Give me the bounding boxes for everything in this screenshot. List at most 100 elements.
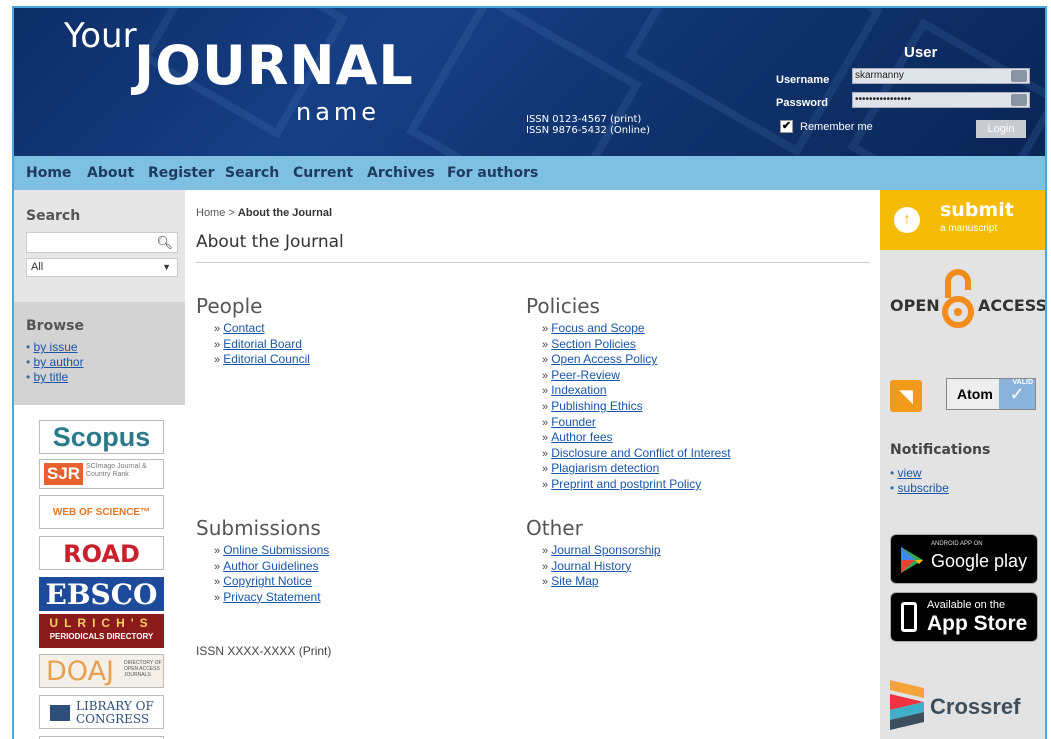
list-item: Journal Sponsorship [542, 543, 660, 559]
sjr-subtext: SCImago Journal & Country Rank [86, 463, 147, 478]
notifications-subscribe-link[interactable]: subscribe [898, 481, 949, 495]
contact-link[interactable]: Contact [223, 321, 264, 335]
keyboard-icon [1011, 70, 1027, 82]
list-item: Site Map [542, 574, 661, 590]
remember-checkbox[interactable]: ✔ [780, 120, 793, 133]
online-submissions-link[interactable]: Online Submissions [223, 543, 329, 557]
login-button[interactable]: Login [976, 120, 1026, 138]
google-play-badge[interactable]: ANDROID APP ON Google play [890, 534, 1038, 584]
submit-label: submit [940, 199, 1014, 221]
library-of-congress-logo[interactable]: LIBRARY OF CONGRESS [39, 695, 164, 729]
ebsco-logo[interactable]: EBSCO [39, 577, 164, 611]
doaj-logo[interactable]: DOAJ DIRECTORY OF OPEN ACCESS JOURNALS [39, 654, 164, 688]
ulrichs-logo[interactable]: ULRICH'S PERIODICALS DIRECTORY [39, 614, 164, 648]
issn-footer: ISSN XXXX-XXXX (Print) [196, 644, 332, 658]
list-item: by author [26, 355, 84, 370]
site-map-link[interactable]: Site Map [551, 574, 598, 588]
crossref-icon [890, 680, 924, 730]
list-item: Preprint and postprint Policy [542, 477, 731, 493]
google-play-top: ANDROID APP ON [931, 541, 983, 547]
focus-and-scope-link[interactable]: Focus and Scope [551, 321, 644, 335]
list-item: Copyright Notice [214, 574, 329, 590]
sjr-logo[interactable]: SJR SCImago Journal & Country Rank [39, 459, 164, 489]
list-item: Open Access Policy [542, 352, 731, 368]
policies-list: Focus and Scope Section Policies Open Ac… [542, 321, 731, 493]
nav-register[interactable]: Register [148, 165, 215, 181]
right-sidebar: ↑ submit a manuscript OPEN ACCESS ◥ Atom… [880, 190, 1045, 739]
list-item: Plagiarism detection [542, 461, 731, 477]
issn-print: ISSN 0123-4567 (print) [526, 114, 642, 125]
nav-search[interactable]: Search [225, 165, 279, 181]
editorial-board-link[interactable]: Editorial Board [223, 337, 302, 351]
site-header: Your JOURNAL name ISSN 0123-4567 (print)… [14, 8, 1045, 156]
open-access-logo[interactable]: OPEN ACCESS [880, 260, 1045, 346]
indexation-link[interactable]: Indexation [551, 383, 606, 397]
browse-by-author-link[interactable]: by author [34, 355, 84, 369]
list-item: Author Guidelines [214, 559, 329, 575]
rss-icon[interactable]: ◥ [890, 380, 922, 412]
section-policies-link[interactable]: Section Policies [551, 337, 636, 351]
chevron-down-icon: ▼ [162, 262, 171, 272]
plagiarism-detection-link[interactable]: Plagiarism detection [551, 461, 659, 475]
search-scope-value: All [31, 261, 44, 273]
scopus-logo[interactable]: Scopus [39, 420, 164, 454]
sjr-text: SJR [44, 463, 84, 485]
breadcrumb-home-link[interactable]: Home [196, 207, 225, 219]
browse-by-title-link[interactable]: by title [34, 370, 69, 384]
nav-about[interactable]: About [87, 165, 134, 181]
nav-archives[interactable]: Archives [367, 165, 435, 181]
breadcrumb-current: About the Journal [237, 207, 333, 219]
atom-feed-badge[interactable]: Atom ✓ VALID [946, 378, 1036, 410]
journal-sponsorship-link[interactable]: Journal Sponsorship [551, 543, 660, 557]
peer-review-link[interactable]: Peer-Review [551, 368, 620, 382]
list-item: view [890, 466, 949, 481]
search-input[interactable]: 🔍︎ [26, 232, 178, 253]
page-title: About the Journal [196, 232, 344, 252]
crossref-logo[interactable]: Crossref [880, 670, 1045, 739]
list-item: Online Submissions [214, 543, 329, 559]
list-item: subscribe [890, 481, 949, 496]
ulrichs-text: ULRICH'S [49, 616, 154, 630]
disclosure-link[interactable]: Disclosure and Conflict of Interest [551, 446, 730, 460]
nav-home[interactable]: Home [26, 165, 71, 181]
road-logo[interactable]: ROAD [39, 536, 164, 570]
app-store-badge[interactable]: Available on the App Store [890, 592, 1038, 642]
browse-by-issue-link[interactable]: by issue [34, 340, 78, 354]
policies-heading: Policies [526, 294, 600, 318]
web-of-science-logo[interactable]: WEB OF SCIENCE™ [39, 495, 164, 529]
list-item: Privacy Statement [214, 590, 329, 606]
header-issn: ISSN 0123-4567 (print) ISSN 9876-5432 (O… [526, 114, 650, 136]
list-item: Section Policies [542, 337, 731, 353]
keyboard-icon [1011, 94, 1027, 106]
nav-for-authors[interactable]: For authors [447, 165, 538, 181]
editorial-council-link[interactable]: Editorial Council [223, 352, 310, 366]
privacy-statement-link[interactable]: Privacy Statement [223, 590, 320, 604]
breadcrumb: Home > About the Journal [196, 207, 332, 219]
founder-link[interactable]: Founder [551, 415, 596, 429]
doaj-text: DOAJ [46, 656, 115, 687]
atom-valid-label: VALID [1012, 379, 1033, 386]
open-lock-icon [942, 269, 974, 328]
page-frame: Your JOURNAL name ISSN 0123-4567 (print)… [12, 6, 1047, 739]
submit-manuscript-button[interactable]: ↑ submit a manuscript [880, 190, 1045, 250]
password-field[interactable]: •••••••••••••••• [852, 92, 1030, 108]
copyright-notice-link[interactable]: Copyright Notice [223, 574, 312, 588]
publishing-ethics-link[interactable]: Publishing Ethics [551, 399, 642, 413]
browse-list: by issue by author by title [26, 340, 84, 385]
open-access-policy-link[interactable]: Open Access Policy [551, 352, 657, 366]
notifications-view-link[interactable]: view [898, 466, 922, 480]
search-block: Search 🔍︎ All ▼ [14, 190, 185, 302]
browse-title: Browse [26, 318, 84, 334]
atom-label: Atom [957, 386, 993, 402]
list-item: Journal History [542, 559, 661, 575]
list-item: Contact [214, 321, 310, 337]
search-scope-select[interactable]: All ▼ [26, 258, 178, 277]
search-icon[interactable]: 🔍︎ [156, 235, 173, 251]
journal-history-link[interactable]: Journal History [551, 559, 631, 573]
username-field[interactable]: skarmanny [852, 68, 1030, 84]
preprint-policy-link[interactable]: Preprint and postprint Policy [551, 477, 701, 491]
author-fees-link[interactable]: Author fees [551, 430, 612, 444]
wos-text: WEB OF SCIENCE™ [52, 507, 151, 518]
nav-current[interactable]: Current [293, 165, 353, 181]
author-guidelines-link[interactable]: Author Guidelines [223, 559, 318, 573]
